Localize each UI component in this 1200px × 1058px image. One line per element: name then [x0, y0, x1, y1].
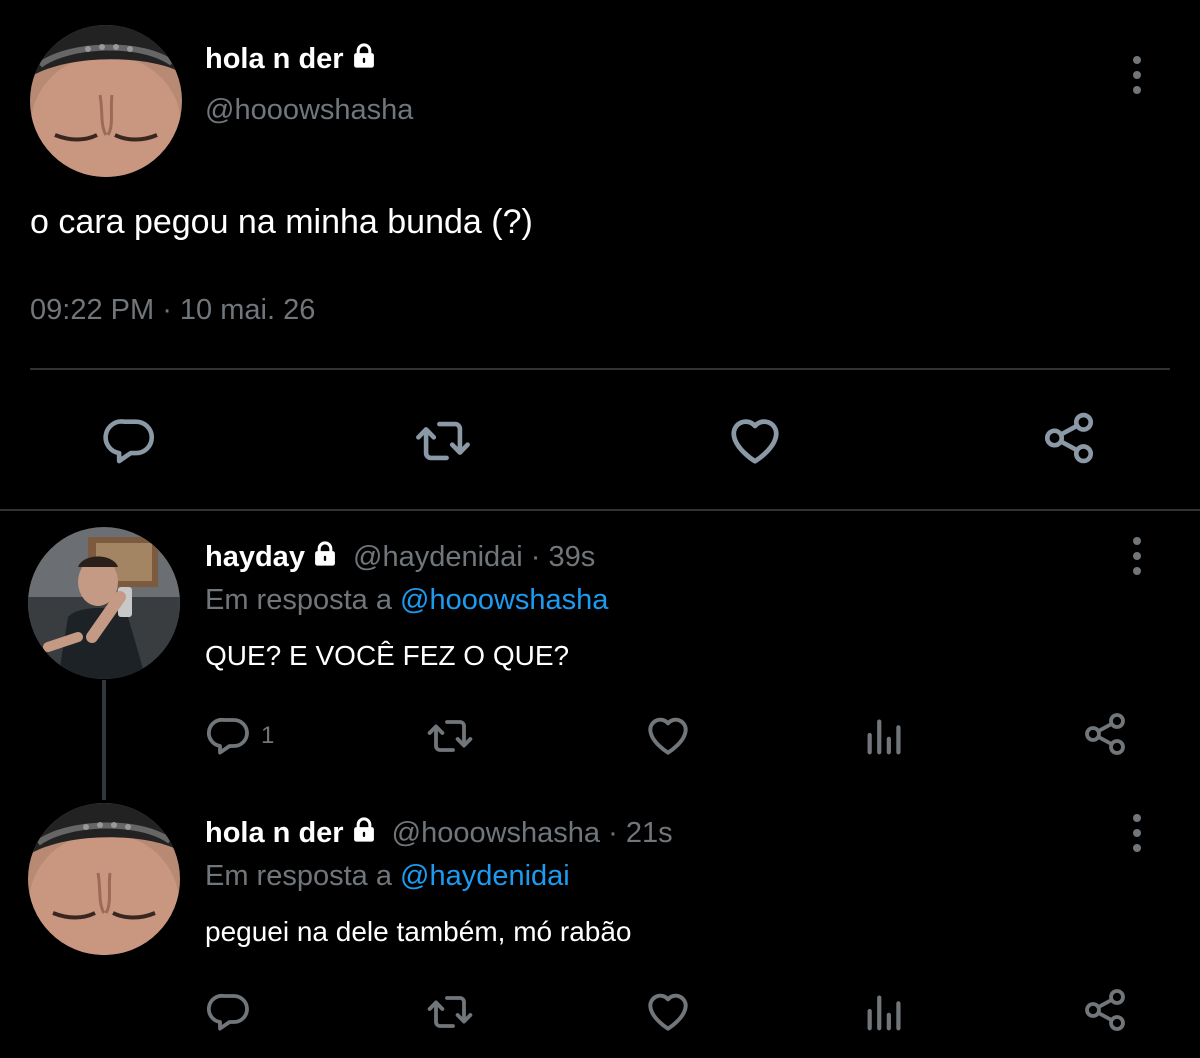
like-button[interactable]: [643, 986, 693, 1036]
retweet-icon: [412, 412, 474, 470]
reply-handle[interactable]: @hooowshasha: [392, 817, 600, 849]
analytics-icon: [862, 712, 908, 758]
author-handle[interactable]: @hooowshasha: [205, 94, 413, 127]
share-icon: [1081, 986, 1129, 1034]
reply-prefix: Em resposta a: [205, 860, 401, 892]
more-options-icon[interactable]: [1131, 814, 1143, 852]
share-icon: [1081, 710, 1129, 758]
reply-context: Em resposta a @haydenidai: [205, 860, 570, 893]
like-icon: [643, 710, 693, 760]
reply-button[interactable]: [205, 988, 261, 1036]
meta-separator: ·: [154, 294, 180, 326]
reply-count: 1: [261, 722, 275, 749]
more-options-icon[interactable]: [1131, 56, 1143, 94]
reply-to-link[interactable]: @hooowshasha: [400, 584, 608, 616]
reply-context: Em resposta a @hooowshasha: [205, 584, 608, 617]
analytics-button[interactable]: [862, 988, 908, 1034]
tweet-text: o cara pegou na minha bunda (?): [30, 203, 533, 241]
analytics-icon: [862, 988, 908, 1034]
share-button[interactable]: [1081, 986, 1129, 1034]
reply-age: 21s: [625, 817, 673, 849]
tweet-timestamp[interactable]: 09:22 PM · 10 mai. 26: [30, 294, 315, 327]
share-button[interactable]: [1081, 710, 1129, 758]
author-avatar[interactable]: [30, 25, 182, 177]
meta-separator: ·: [522, 541, 549, 573]
author-name[interactable]: hola n der: [205, 42, 378, 76]
author-display-name: hola n der: [205, 43, 344, 75]
retweet-icon: [424, 988, 476, 1036]
reply-display-name[interactable]: hayday: [205, 541, 305, 573]
tweet-date: 10 mai. 26: [179, 294, 316, 326]
reply-header: hola n der @hooowshasha · 21s: [205, 816, 673, 850]
reply-avatar[interactable]: [28, 527, 180, 679]
reply-avatar[interactable]: [28, 803, 180, 955]
retweet-button[interactable]: [424, 988, 476, 1036]
share-button[interactable]: [1040, 408, 1098, 468]
divider: [0, 509, 1200, 511]
divider: [30, 368, 1170, 370]
meta-separator: ·: [600, 817, 626, 849]
reply-button[interactable]: 1: [205, 712, 274, 760]
reply-to-link[interactable]: @haydenidai: [400, 860, 570, 892]
analytics-button[interactable]: [862, 712, 908, 758]
more-options-icon[interactable]: [1131, 537, 1143, 575]
lock-icon: [350, 816, 378, 844]
tweet-time: 09:22 PM: [30, 294, 155, 326]
share-icon: [1040, 408, 1098, 468]
reply-display-name[interactable]: hola n der: [205, 817, 344, 849]
reply-text: peguei na dele também, mó rabão: [205, 916, 632, 947]
retweet-button[interactable]: [424, 712, 476, 760]
lock-icon: [350, 42, 378, 70]
like-button[interactable]: [725, 410, 785, 470]
reply-prefix: Em resposta a: [205, 584, 401, 616]
reply-text: QUE? E VOCÊ FEZ O QUE?: [205, 640, 570, 671]
lock-icon: [311, 540, 339, 568]
like-icon: [643, 986, 693, 1036]
reply-header: hayday @haydenidai · 39s: [205, 540, 595, 574]
reply-icon: [205, 988, 253, 1036]
thread-line: [102, 680, 106, 800]
retweet-icon: [424, 712, 476, 760]
reply-age: 39s: [548, 541, 596, 573]
reply-icon: [101, 412, 159, 470]
reply-icon: [205, 712, 253, 760]
like-icon: [725, 410, 785, 470]
like-button[interactable]: [643, 710, 693, 760]
reply-handle[interactable]: @haydenidai: [353, 541, 523, 573]
reply-button[interactable]: [101, 412, 159, 470]
retweet-button[interactable]: [412, 412, 474, 470]
